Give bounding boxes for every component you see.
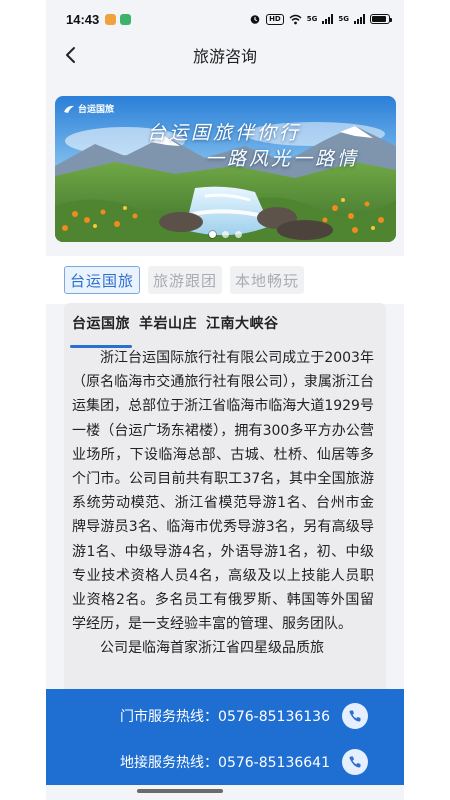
banner-slogan-line2: 一路风光一路情 [205,148,360,170]
signal-icon [322,14,334,24]
article-paragraph-1: 浙江台运国际旅行社有限公司成立于2003年（原名临海市交通旅行社有限公司），隶属… [72,350,374,633]
banner-logo: 台运国旅 [63,102,114,115]
back-button[interactable] [58,42,84,68]
alarm-icon [250,15,260,24]
banner-slogan-line1: 台运国旅伴你行 [147,122,302,144]
app-screen: 14:43 HD 5G 5G 旅游咨询 台运国旅 台运国旅伴你行 一路风光一路情… [46,0,404,800]
article-paragraph-2: 公司是临海首家浙江省四星级品质旅 [100,640,324,657]
call-reception-button[interactable] [342,749,368,775]
hotline-store[interactable]: 门市服务热线：0576-85136136 [46,701,404,731]
phone-icon [349,710,361,722]
app-notification-icon [120,13,132,25]
app-notification-icon [105,13,117,25]
page-title: 旅游咨询 [192,47,257,66]
subtab-yangyan[interactable]: 羊岩山庄 [139,313,197,341]
hotline-reception-label: 地接服务热线：0576-85136641 [120,755,330,771]
hd-icon: HD [266,13,284,25]
signal-icon-2 [354,14,365,24]
article-body: 浙江台运国际旅行社有限公司成立于2003年（原名临海市交通旅行社有限公司），隶属… [64,341,386,661]
sub-tabs: 台运国旅 羊岩山庄 江南大峡谷 [64,303,386,348]
status-icons: HD 5G 5G [249,13,392,25]
phone-icon [349,756,361,768]
home-indicator[interactable] [137,789,223,793]
carousel-dots [55,231,396,238]
battery-icon [370,14,392,24]
carousel-dot-2[interactable] [222,231,229,238]
subtab-taiyun[interactable]: 台运国旅 [70,313,132,348]
hotline-store-label: 门市服务热线：0576-85136136 [120,709,330,725]
carousel-dot-3[interactable] [235,231,242,238]
tab-local-fun[interactable]: 本地畅玩 [230,266,305,294]
notification-icons [105,13,132,25]
status-time: 14:43 [66,11,100,27]
tab-taiyun[interactable]: 台运国旅 [64,266,141,294]
content-card: 台运国旅 羊岩山庄 江南大峡谷 浙江台运国际旅行社有限公司成立于2003年（原名… [64,303,386,723]
network-label: 5G [306,15,318,23]
chevron-left-icon [66,47,75,63]
status-bar: 14:43 HD 5G 5G [46,0,404,38]
subtab-jiangnan[interactable]: 江南大峡谷 [206,313,279,341]
brand-logo-icon [64,105,74,113]
category-tabs: 台运国旅 旅游跟团 本地畅玩 [46,256,404,304]
nav-bar: 旅游咨询 [46,38,404,72]
tab-group-tour[interactable]: 旅游跟团 [148,266,223,294]
network-label-2: 5G [338,15,349,23]
hotline-panel: 门市服务热线：0576-85136136 地接服务热线：0576-8513664… [46,689,404,785]
call-store-button[interactable] [342,703,368,729]
wifi-icon [289,14,302,24]
banner-carousel[interactable]: 台运国旅 台运国旅伴你行 一路风光一路情 [55,96,396,242]
hotline-reception[interactable]: 地接服务热线：0576-85136641 [46,747,404,777]
carousel-dot-1[interactable] [209,231,216,238]
